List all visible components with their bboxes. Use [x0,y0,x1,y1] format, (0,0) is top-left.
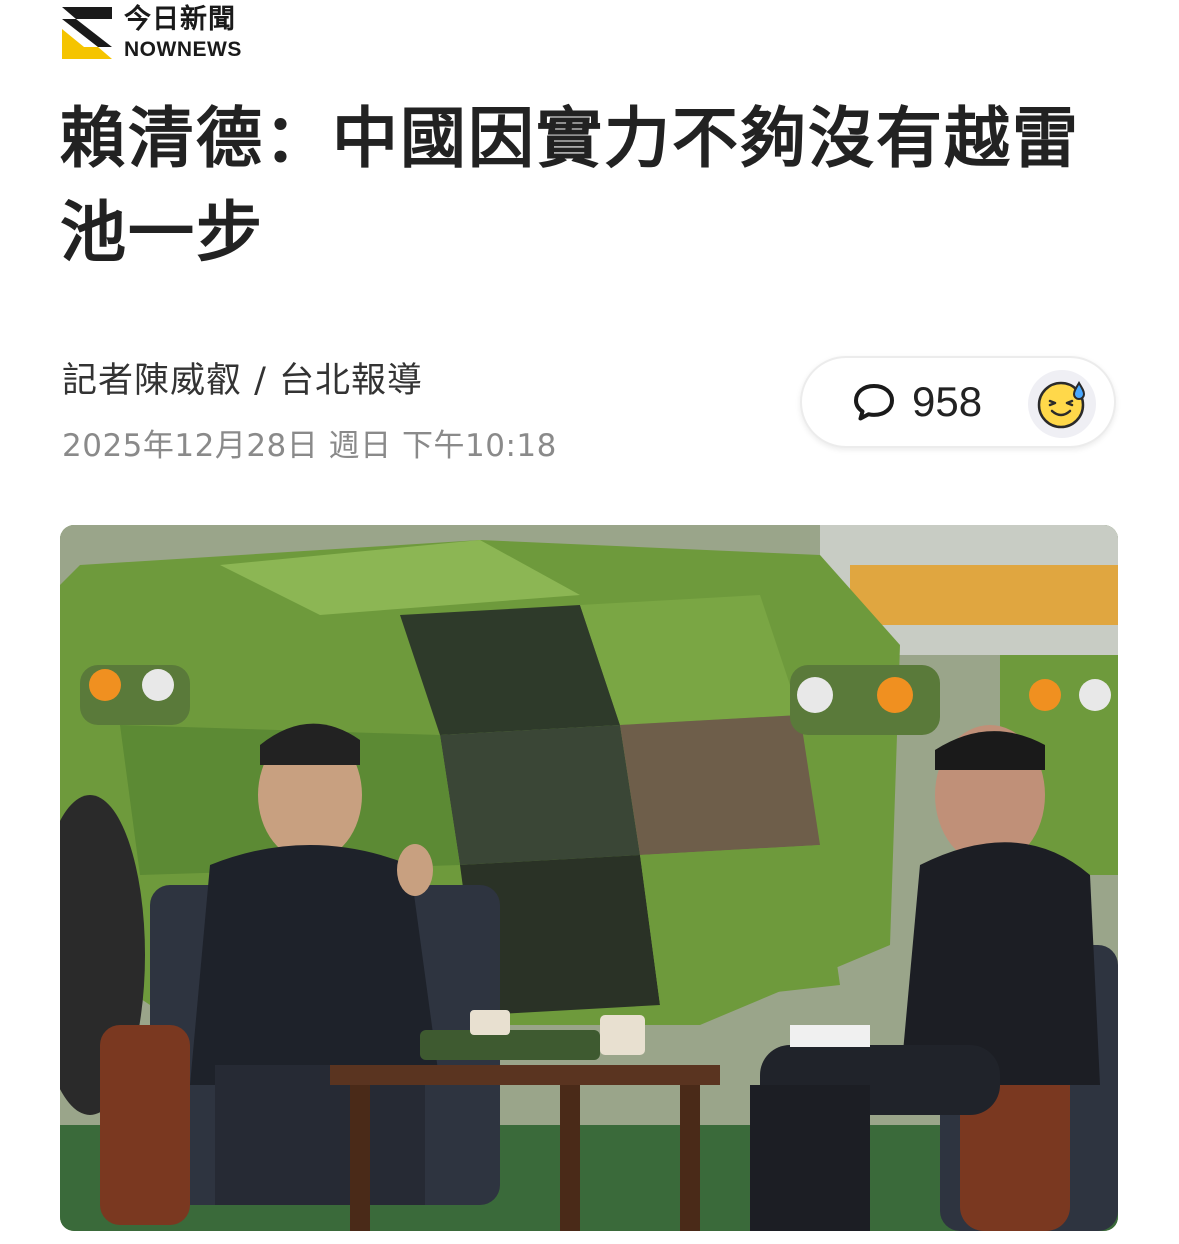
reaction-button[interactable] [1028,370,1096,438]
nownews-logo[interactable]: 今日新聞 NOWNEWS [62,6,242,60]
news-photo-illustration [60,525,1118,1231]
article-photo[interactable] [60,525,1118,1231]
nownews-logo-mark-icon [62,7,112,59]
sweat-smile-emoji-icon [1037,381,1086,429]
speech-bubble-icon [854,384,894,421]
article-page: 今日新聞 NOWNEWS 賴清德：中國因實力不夠沒有越雷池一步 記者陳威叡 / … [0,0,1179,1244]
comment-button[interactable]: 958 [800,356,1116,448]
article-timestamp: 2025年12月28日 週日 下午10:18 [62,428,557,464]
logo-name-english: NOWNEWS [124,38,242,61]
article-byline: 記者陳威叡 / 台北報導 [62,361,424,401]
comment-count: 958 [912,378,983,425]
article-headline: 賴清德：中國因實力不夠沒有越雷池一步 [60,100,1080,271]
logo-name-chinese: 今日新聞 [124,4,236,35]
